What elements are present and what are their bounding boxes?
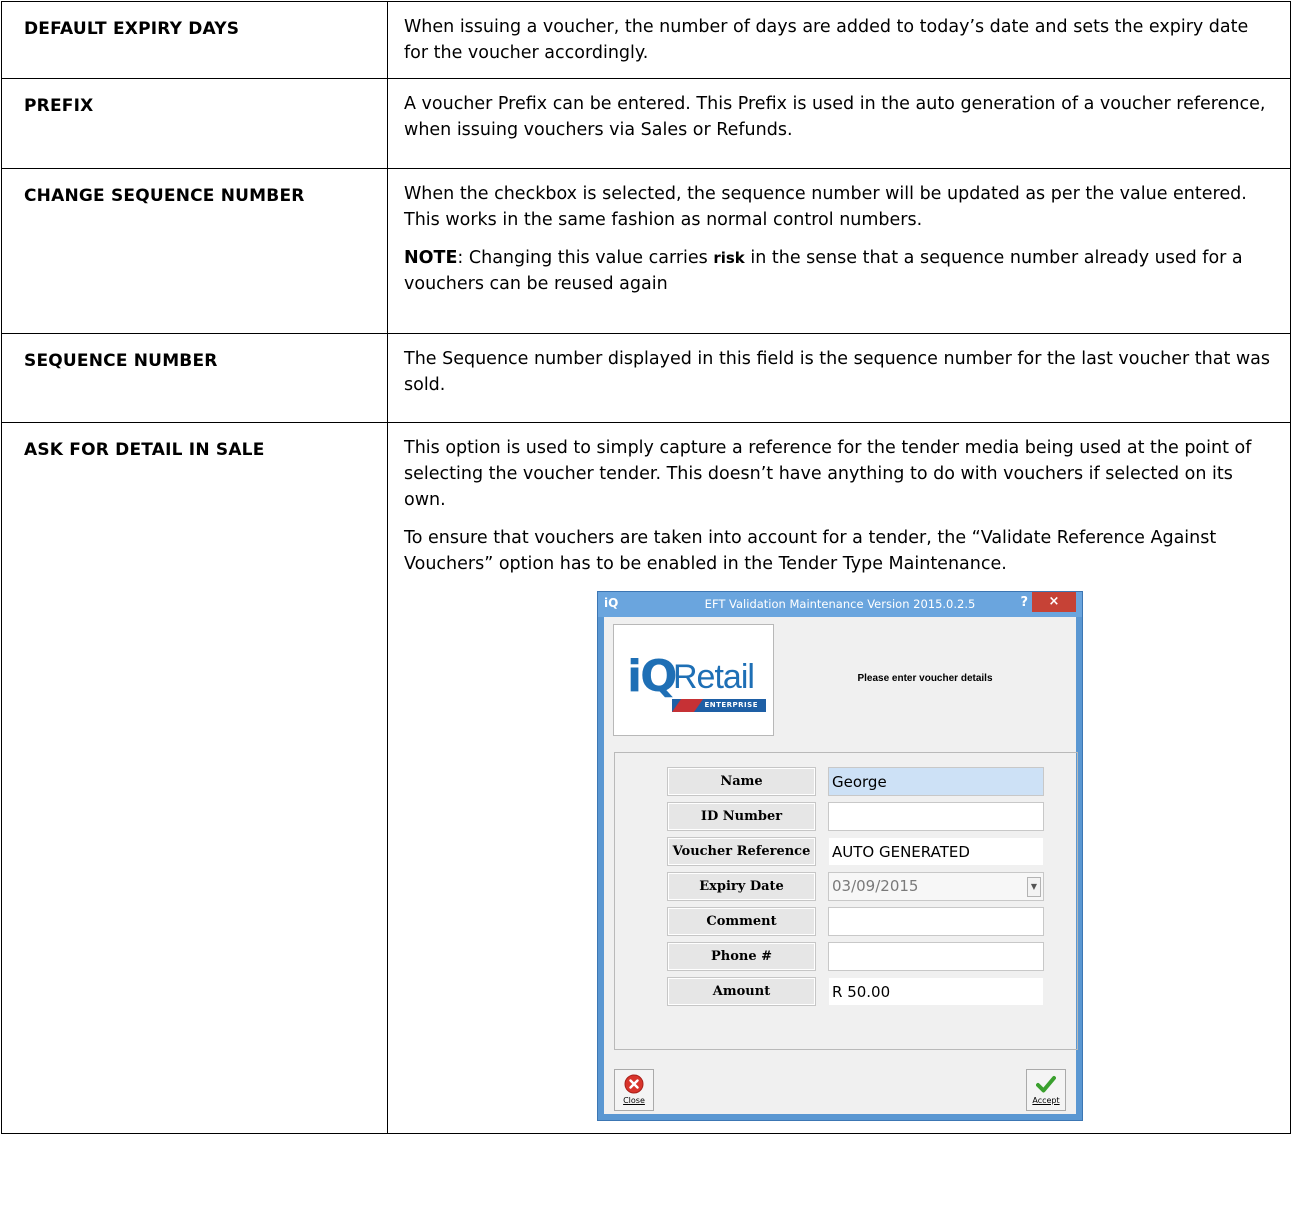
logo-iq-text: iQ xyxy=(627,651,677,702)
desc-ask-for-detail-in-sale: This option is used to simply capture a … xyxy=(387,422,1291,1134)
comment-field[interactable] xyxy=(828,907,1044,936)
description-text: A voucher Prefix can be entered. This Pr… xyxy=(404,94,1266,140)
note-label: NOTE xyxy=(404,248,458,268)
dialog-prompt: Please enter voucher details xyxy=(857,673,993,684)
voucher-details-dialog: iQ EFT Validation Maintenance Version 20… xyxy=(597,591,1083,1121)
expiry-date-value: 03/09/2015 xyxy=(832,877,919,895)
name-field[interactable] xyxy=(828,767,1044,796)
close-button[interactable]: Close xyxy=(614,1069,654,1111)
logo-retail-text: Retail xyxy=(673,658,755,696)
description-text: When the checkbox is selected, the seque… xyxy=(404,184,1247,230)
close-button-label: Close xyxy=(623,1096,645,1105)
field-label: Comment xyxy=(667,907,816,936)
desc-sequence-number: The Sequence number displayed in this fi… xyxy=(387,333,1291,423)
checkmark-icon xyxy=(1036,1076,1056,1093)
dialog-client-area: iQ Retail ENTERPRISE Please enter vouche… xyxy=(604,617,1078,1114)
description-text-2: To ensure that vouchers are taken into a… xyxy=(404,528,1217,574)
phone-field[interactable] xyxy=(828,942,1044,971)
accept-button[interactable]: Accept xyxy=(1026,1069,1066,1111)
voucher-reference-field[interactable] xyxy=(828,837,1044,866)
accept-button-label: Accept xyxy=(1032,1096,1060,1105)
field-label: Expiry Date xyxy=(667,872,816,901)
note-paragraph: NOTE: Changing this value carries risk i… xyxy=(404,245,1272,297)
settings-table: DEFAULT EXPIRY DAYS When issuing a vouch… xyxy=(1,1,1291,1134)
description-text: The Sequence number displayed in this fi… xyxy=(404,349,1271,395)
desc-change-sequence-number: When the checkbox is selected, the seque… xyxy=(387,168,1291,334)
description-text: This option is used to simply capture a … xyxy=(404,438,1252,510)
term-prefix: PREFIX xyxy=(1,78,388,169)
voucher-form: Name ID Number Voucher Reference Ex xyxy=(614,752,1078,1050)
term-change-sequence-number: CHANGE SEQUENCE NUMBER xyxy=(1,168,388,334)
close-icon xyxy=(624,1074,644,1094)
field-label: Voucher Reference xyxy=(667,837,816,866)
note-text: : Changing this value carries xyxy=(457,248,714,268)
desc-default-expiry-days: When issuing a voucher, the number of da… xyxy=(387,1,1291,79)
window-close-button[interactable]: × xyxy=(1032,592,1076,612)
id-number-field[interactable] xyxy=(828,802,1044,831)
note-risk-word: risk xyxy=(713,249,745,267)
term-sequence-number: SEQUENCE NUMBER xyxy=(1,333,388,423)
desc-prefix: A voucher Prefix can be entered. This Pr… xyxy=(387,78,1291,169)
field-label: Amount xyxy=(667,977,816,1006)
chevron-down-icon[interactable]: ▼ xyxy=(1027,877,1041,897)
field-label: Phone # xyxy=(667,942,816,971)
term-ask-for-detail-in-sale: ASK FOR DETAIL IN SALE xyxy=(1,422,388,1134)
term-default-expiry-days: DEFAULT EXPIRY DAYS xyxy=(1,1,388,79)
dialog-titlebar[interactable]: iQ EFT Validation Maintenance Version 20… xyxy=(598,592,1082,617)
expiry-date-picker[interactable]: 03/09/2015 ▼ xyxy=(828,872,1044,901)
dialog-title: EFT Validation Maintenance Version 2015.… xyxy=(704,597,976,611)
help-button[interactable]: ? xyxy=(1020,595,1028,610)
iq-retail-logo: iQ Retail ENTERPRISE xyxy=(613,624,774,736)
field-label: ID Number xyxy=(667,802,816,831)
amount-field[interactable] xyxy=(828,977,1044,1006)
logo-ribbon: ENTERPRISE xyxy=(672,699,766,712)
field-label: Name xyxy=(667,767,816,796)
description-text: When issuing a voucher, the number of da… xyxy=(404,17,1249,63)
